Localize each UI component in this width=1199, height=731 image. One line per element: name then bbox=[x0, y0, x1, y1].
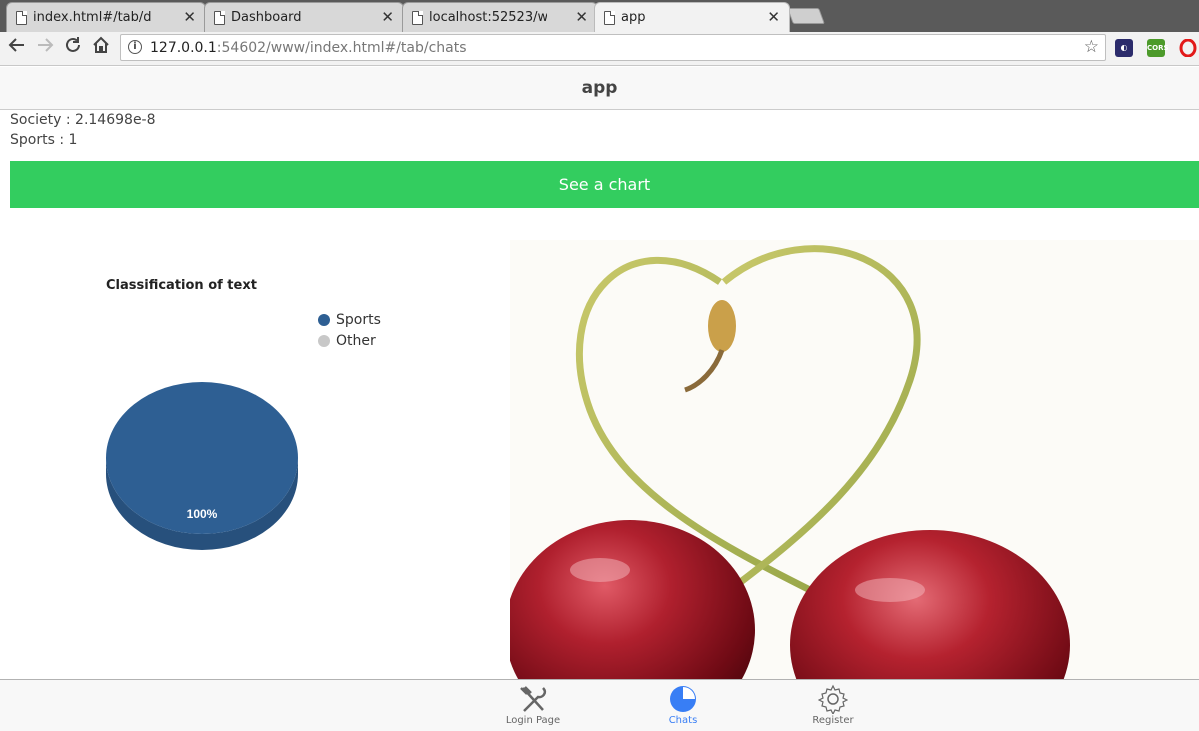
close-tab-icon[interactable]: ✕ bbox=[183, 8, 196, 26]
tab-label: Chats bbox=[668, 715, 698, 726]
cherry-image bbox=[510, 245, 1070, 679]
tab-login-page[interactable]: Login Page bbox=[473, 680, 593, 728]
cors-icon[interactable]: CORS bbox=[1147, 39, 1169, 57]
home-icon bbox=[93, 36, 109, 53]
close-tab-icon[interactable]: ✕ bbox=[381, 8, 394, 26]
tab-label: Login Page bbox=[505, 715, 561, 726]
back-button[interactable] bbox=[4, 36, 30, 60]
document-icon bbox=[412, 11, 423, 25]
forward-arrow-icon bbox=[38, 38, 54, 52]
address-bar[interactable]: i 127.0.0.1:54602/www/index.html#/tab/ch… bbox=[120, 34, 1106, 61]
browser-toolbar: i 127.0.0.1:54602/www/index.html#/tab/ch… bbox=[0, 32, 1199, 66]
close-tab-icon[interactable]: ✕ bbox=[575, 8, 588, 26]
close-tab-icon[interactable]: ✕ bbox=[767, 8, 780, 26]
fork-knife-icon bbox=[520, 686, 547, 712]
cherry-heart-photo bbox=[510, 240, 1199, 679]
pie-data-label: 100% bbox=[187, 507, 218, 521]
browser-tab-title: index.html#/tab/dash bbox=[33, 10, 151, 25]
info-icon[interactable]: i bbox=[128, 40, 142, 54]
pie-chart: Classification of text Sports Other 100% bbox=[100, 275, 420, 565]
document-icon bbox=[214, 11, 225, 25]
pie-chart-icon bbox=[670, 686, 696, 712]
result-sports: Sports : 1 bbox=[10, 132, 78, 148]
home-button[interactable] bbox=[88, 36, 114, 60]
result-society: Society : 2.14698e-8 bbox=[10, 112, 156, 128]
reload-button[interactable] bbox=[60, 36, 86, 60]
document-icon bbox=[604, 11, 615, 25]
browser-tab-3[interactable]: localhost:52523/www/in ✕ bbox=[402, 2, 598, 32]
page-title: app bbox=[581, 78, 618, 98]
browser-tab-title: localhost:52523/www/in bbox=[429, 10, 547, 25]
browser-tab-4-active[interactable]: app ✕ bbox=[594, 2, 790, 32]
opera-icon[interactable] bbox=[1179, 38, 1197, 58]
bookmark-star-icon[interactable]: ☆ bbox=[1084, 37, 1099, 57]
bottom-tab-bar: Login Page Chats Register bbox=[0, 679, 1199, 731]
tab-label: Register bbox=[812, 715, 854, 726]
tampermonkey-icon[interactable]: ◐ bbox=[1115, 39, 1133, 57]
browser-tab-2[interactable]: Dashboard ✕ bbox=[204, 2, 404, 32]
gear-icon bbox=[818, 684, 848, 714]
see-chart-button[interactable]: See a chart bbox=[10, 161, 1199, 208]
url-host: 127.0.0.1 bbox=[150, 39, 217, 56]
browser-tab-strip: index.html#/tab/dash ✕ Dashboard ✕ local… bbox=[0, 0, 1199, 32]
tab-chats[interactable]: Chats bbox=[623, 680, 743, 728]
new-tab-button[interactable] bbox=[787, 8, 825, 24]
document-icon bbox=[16, 11, 27, 25]
back-arrow-icon bbox=[8, 38, 24, 52]
browser-tab-1[interactable]: index.html#/tab/dash ✕ bbox=[6, 2, 206, 32]
pie-svg: 100% bbox=[106, 382, 298, 550]
app-header: app bbox=[0, 67, 1199, 110]
browser-tab-title: app bbox=[621, 10, 646, 25]
url-path: :54602/www/index.html#/tab/chats bbox=[216, 39, 467, 56]
tab-register[interactable]: Register bbox=[773, 680, 893, 728]
content-area: Society : 2.14698e-8 Sports : 1 See a ch… bbox=[0, 110, 1199, 679]
reload-icon bbox=[66, 37, 80, 52]
forward-button[interactable] bbox=[32, 36, 58, 60]
browser-tab-title: Dashboard bbox=[231, 10, 302, 25]
